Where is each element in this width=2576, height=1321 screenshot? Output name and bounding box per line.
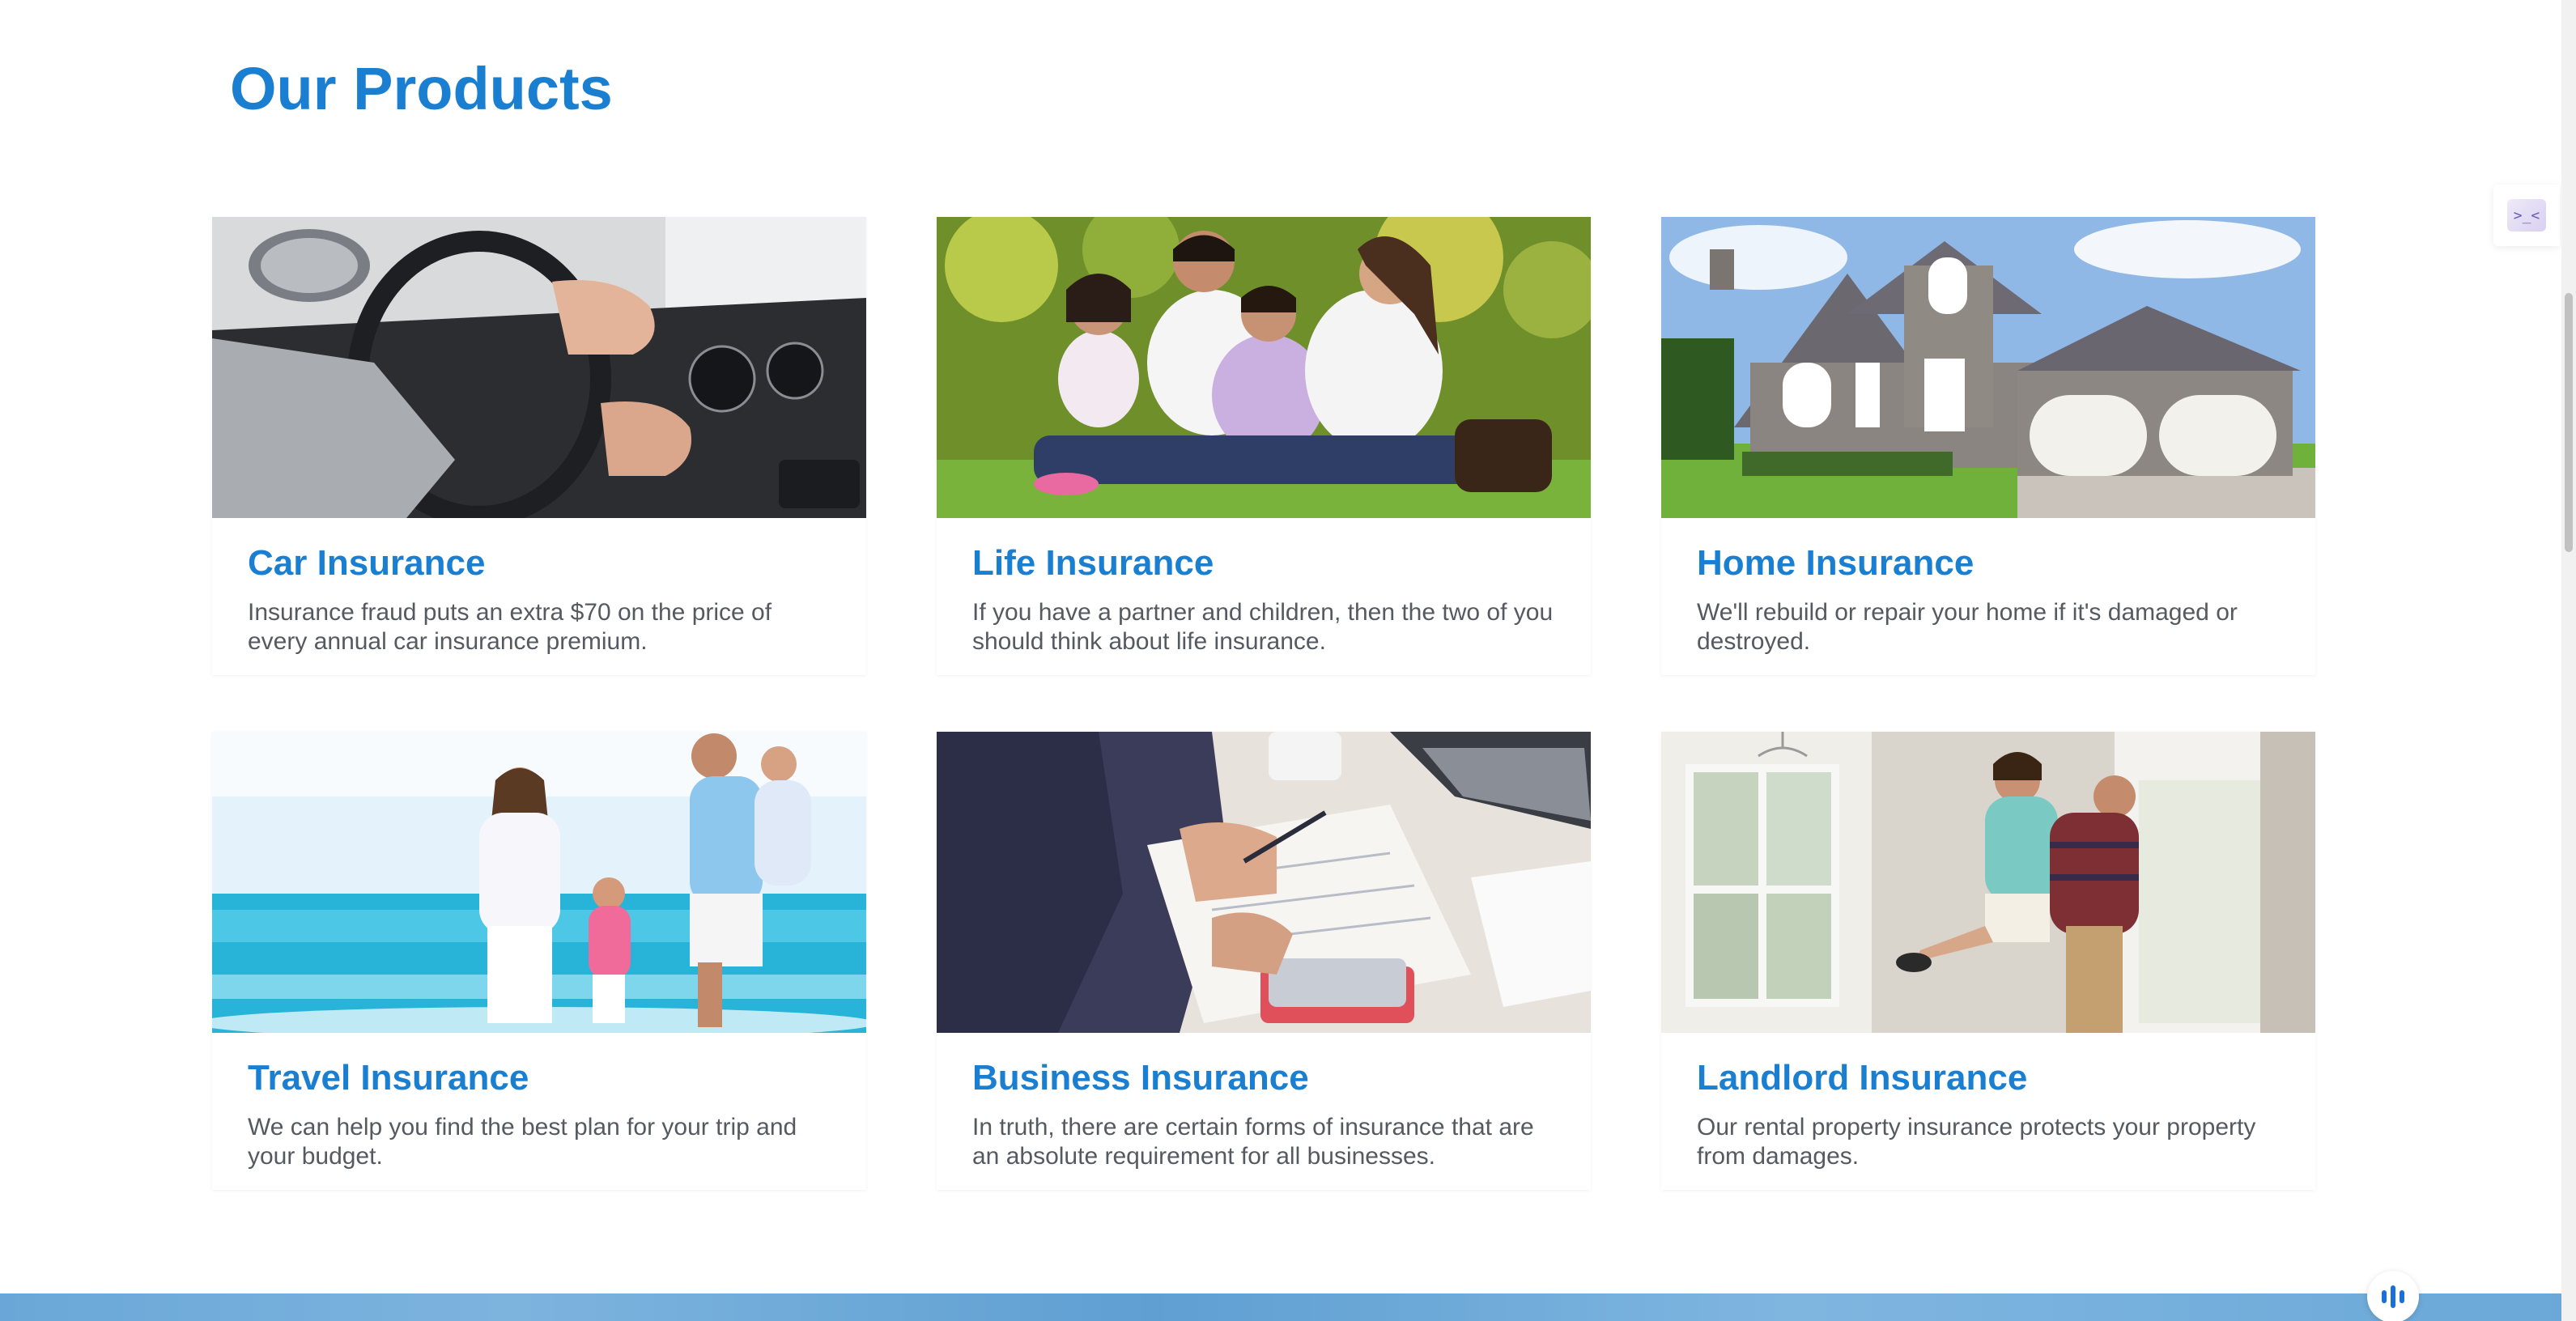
landlord-insurance-image[interactable]	[1661, 732, 2315, 1033]
bottom-banner	[0, 1293, 2561, 1321]
card-description: In truth, there are certain forms of ins…	[972, 1113, 1534, 1170]
card-title[interactable]: Car Insurance	[248, 542, 831, 585]
card-body: Business Insurance In truth, there are c…	[937, 1033, 1591, 1171]
page-scrollbar[interactable]	[2561, 0, 2576, 1321]
products-grid: Car Insurance Insurance fraud puts an ex…	[212, 217, 2317, 1190]
card-description: If you have a partner and children, then…	[972, 598, 1554, 655]
product-card-car[interactable]: Car Insurance Insurance fraud puts an ex…	[212, 217, 866, 675]
card-description: Insurance fraud puts an extra $70 on the…	[248, 598, 772, 655]
card-title[interactable]: Travel Insurance	[248, 1057, 831, 1100]
card-body: Home Insurance We'll rebuild or repair y…	[1661, 518, 2315, 656]
scrollbar-thumb[interactable]	[2565, 293, 2573, 552]
travel-insurance-image[interactable]	[212, 732, 866, 1033]
product-card-business[interactable]: Business Insurance In truth, there are c…	[937, 732, 1591, 1190]
card-title[interactable]: Home Insurance	[1697, 542, 2280, 585]
card-body: Landlord Insurance Our rental property i…	[1661, 1033, 2315, 1171]
business-insurance-image[interactable]	[937, 732, 1591, 1033]
card-description: We'll rebuild or repair your home if it'…	[1697, 598, 2238, 655]
car-insurance-image[interactable]	[212, 217, 866, 518]
code-assistant-icon: >_<	[2507, 199, 2546, 231]
card-body: Life Insurance If you have a partner and…	[937, 518, 1591, 656]
section-title: Our Products	[230, 55, 613, 122]
product-card-life[interactable]: Life Insurance If you have a partner and…	[937, 217, 1591, 675]
voice-button[interactable]	[2367, 1271, 2419, 1321]
card-body: Travel Insurance We can help you find th…	[212, 1033, 866, 1171]
product-card-landlord[interactable]: Landlord Insurance Our rental property i…	[1661, 732, 2315, 1190]
product-card-home[interactable]: Home Insurance We'll rebuild or repair y…	[1661, 217, 2315, 675]
voice-wave-icon	[2382, 1285, 2404, 1308]
card-title[interactable]: Business Insurance	[972, 1057, 1555, 1100]
life-insurance-image[interactable]	[937, 217, 1591, 518]
card-title[interactable]: Life Insurance	[972, 542, 1555, 585]
products-page: Our Products Car Insurance Insurance fra…	[0, 0, 2576, 1321]
home-insurance-image[interactable]	[1661, 217, 2315, 518]
product-card-travel[interactable]: Travel Insurance We can help you find th…	[212, 732, 866, 1190]
card-body: Car Insurance Insurance fraud puts an ex…	[212, 518, 866, 656]
card-title[interactable]: Landlord Insurance	[1697, 1057, 2280, 1100]
card-description: We can help you find the best plan for y…	[248, 1113, 797, 1170]
card-description: Our rental property insurance protects y…	[1697, 1113, 2256, 1170]
side-widget-button[interactable]: >_<	[2493, 185, 2560, 246]
